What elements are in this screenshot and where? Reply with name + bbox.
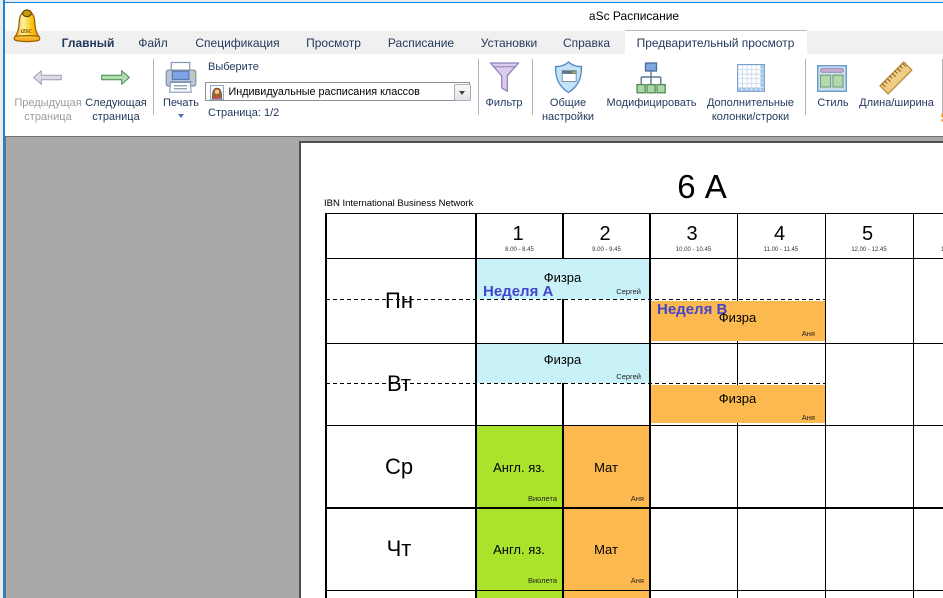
svg-text:asc: asc [21, 25, 33, 35]
